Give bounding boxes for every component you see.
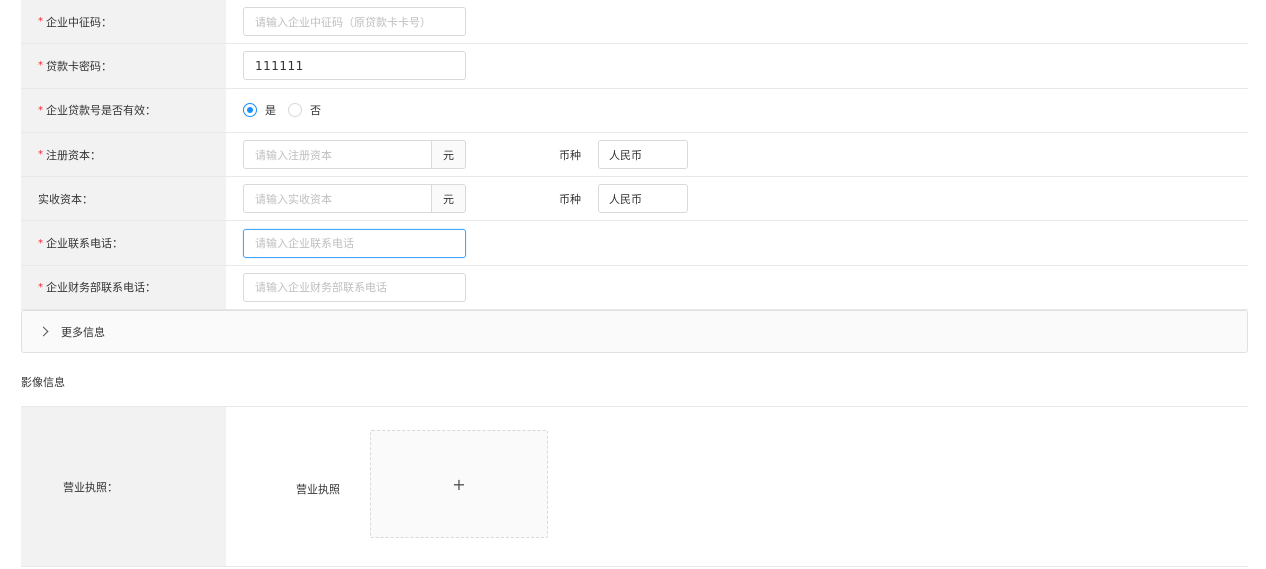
- registered-capital-input[interactable]: 请输入注册资本: [243, 140, 431, 170]
- credit-code-input[interactable]: 请输入企业中征码（原贷款卡卡号）: [243, 7, 466, 37]
- finance-phone-label: 企业财务部联系电话：: [46, 281, 156, 295]
- required-mark: *: [38, 237, 43, 249]
- paid-capital-group: 请输入实收资本 元: [243, 184, 466, 214]
- form-label-cell: 实收资本：: [21, 177, 226, 221]
- form-content-cell: 请输入企业联系电话: [243, 221, 1248, 264]
- business-license-item-label: 营业执照: [296, 483, 340, 496]
- card-password-label: 贷款卡密码：: [46, 59, 112, 73]
- registered-capital-group: 请输入注册资本 元: [243, 140, 466, 170]
- form-content-cell: 请输入注册资本 元 币种 人民币: [243, 133, 1248, 176]
- form-row-paid-capital: 实收资本： 请输入实收资本 元 币种 人民币: [21, 177, 1248, 222]
- currency-unit-addon: 元: [431, 184, 466, 214]
- form-content-cell: 111111: [243, 44, 1248, 87]
- required-mark: *: [38, 149, 43, 161]
- paid-capital-input[interactable]: 请输入实收资本: [243, 184, 431, 214]
- registered-currency-input[interactable]: 人民币: [598, 140, 688, 170]
- form-label-cell: * 贷款卡密码：: [21, 44, 226, 88]
- registered-capital-label: 注册资本：: [46, 148, 101, 162]
- form-label-cell: * 企业财务部联系电话：: [21, 265, 226, 310]
- card-password-input[interactable]: 111111: [243, 51, 466, 81]
- form-content-cell: 请输入企业中征码（原贷款卡卡号）: [243, 0, 1248, 43]
- required-mark: *: [38, 104, 43, 116]
- required-mark: *: [38, 60, 43, 72]
- form-table: * 企业中征码： 请输入企业中征码（原贷款卡卡号） * 贷款卡密码： 11111…: [21, 0, 1248, 311]
- form-content-cell: 请输入企业财务部联系电话: [243, 266, 1248, 309]
- credit-code-label: 企业中征码：: [46, 15, 112, 29]
- form-row-loan-valid: * 企业贷款号是否有效： 是 否: [21, 88, 1248, 133]
- currency-unit-addon: 元: [431, 140, 466, 170]
- plus-icon: +: [452, 474, 466, 494]
- radio-no-circle[interactable]: [288, 103, 302, 118]
- form-label-cell: * 企业联系电话：: [21, 221, 226, 265]
- company-phone-input[interactable]: 请输入企业联系电话: [243, 228, 466, 258]
- radio-no-label: 否: [310, 104, 321, 118]
- radio-yes-circle[interactable]: [243, 103, 257, 118]
- chevron-right-icon: [38, 326, 49, 337]
- finance-phone-input[interactable]: 请输入企业财务部联系电话: [243, 272, 466, 302]
- more-info-label: 更多信息: [61, 325, 105, 339]
- form-row-card-password: * 贷款卡密码： 111111: [21, 44, 1248, 89]
- image-section-title: 影像信息: [21, 376, 65, 389]
- form-label-cell: * 企业中征码：: [21, 0, 226, 44]
- page: * 企业中征码： 请输入企业中征码（原贷款卡卡号） * 贷款卡密码： 11111…: [0, 0, 1266, 569]
- radio-yes-label: 是: [265, 104, 276, 118]
- business-license-label: 营业执照：: [63, 480, 118, 494]
- more-info-collapse[interactable]: 更多信息: [21, 310, 1248, 353]
- form-content-cell: 是 否: [243, 89, 1248, 132]
- company-phone-label: 企业联系电话：: [46, 237, 123, 251]
- form-row-credit-code: * 企业中征码： 请输入企业中征码（原贷款卡卡号）: [21, 0, 1248, 45]
- currency-label: 币种: [559, 148, 581, 162]
- form-label-cell: * 企业贷款号是否有效：: [21, 88, 226, 132]
- business-license-upload[interactable]: +: [370, 430, 548, 538]
- paid-currency-input[interactable]: 人民币: [598, 184, 688, 214]
- form-row-registered-capital: * 注册资本： 请输入注册资本 元 币种 人民币: [21, 132, 1248, 178]
- required-mark: *: [38, 16, 43, 28]
- form-row-company-phone: * 企业联系电话： 请输入企业联系电话: [21, 221, 1248, 266]
- currency-label: 币种: [559, 192, 581, 206]
- radio-option-yes[interactable]: 是: [243, 102, 276, 118]
- loan-valid-label: 企业贷款号是否有效：: [46, 104, 156, 118]
- business-license-label-cell: 营业执照：: [21, 407, 226, 566]
- form-row-finance-phone: * 企业财务部联系电话： 请输入企业财务部联系电话: [21, 265, 1248, 311]
- radio-option-no[interactable]: 否: [288, 102, 321, 118]
- form-content-cell: 请输入实收资本 元 币种 人民币: [243, 177, 1248, 220]
- required-mark: *: [38, 281, 43, 293]
- business-license-row: 营业执照： 营业执照 +: [21, 406, 1248, 567]
- form-label-cell: * 注册资本：: [21, 132, 226, 177]
- paid-capital-label: 实收资本：: [38, 192, 93, 206]
